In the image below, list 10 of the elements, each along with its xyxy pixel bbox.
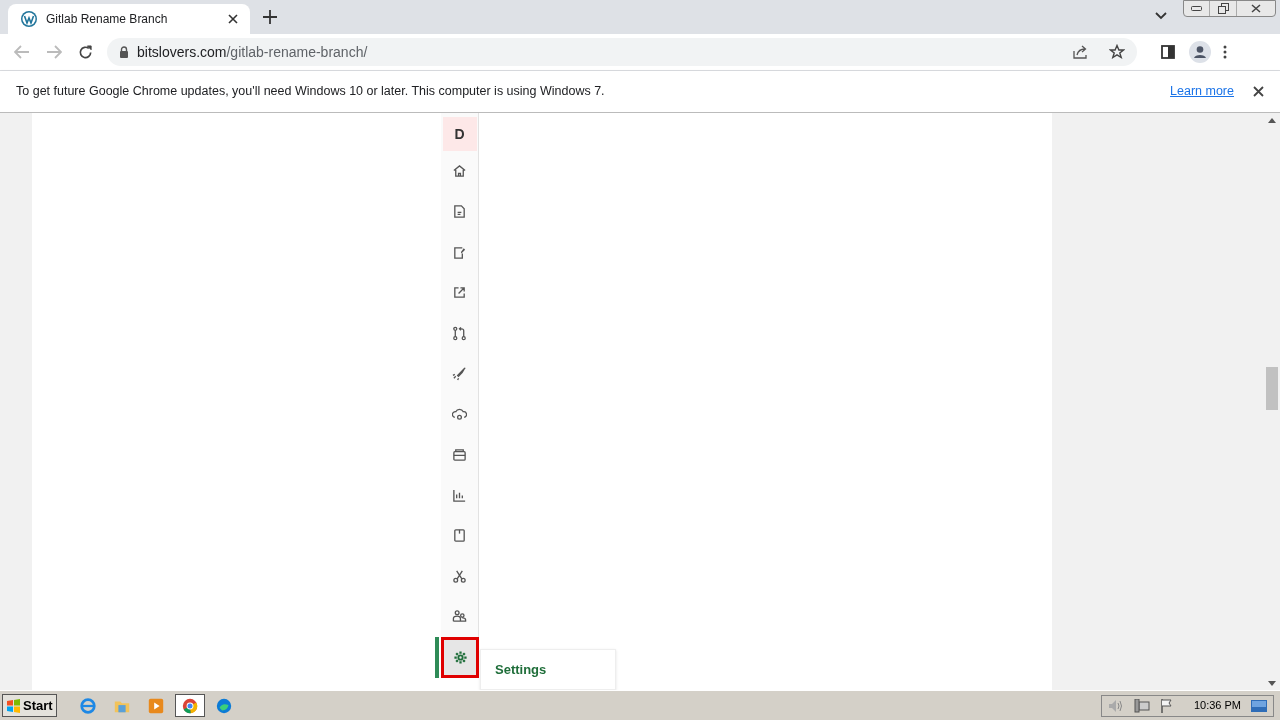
clock[interactable]: 10:36 PM bbox=[1193, 697, 1241, 714]
browser-tab[interactable]: Gitlab Rename Branch bbox=[8, 4, 250, 34]
learn-more-link[interactable]: Learn more bbox=[1170, 82, 1234, 101]
start-button[interactable]: Start bbox=[2, 694, 57, 717]
settings-flyout[interactable]: Settings bbox=[480, 649, 616, 690]
tab-title: Gitlab Rename Branch bbox=[46, 11, 169, 28]
url-text: bitslovers.com/gitlab-rename-branch/ bbox=[137, 42, 369, 62]
update-message: To get future Google Chrome updates, you'll need Windows 10 or later. This computer is using Windows 7. bbox=[16, 83, 606, 101]
address-bar[interactable]: bitslovers.com/gitlab-rename-branch/ bbox=[107, 38, 1137, 66]
avatar[interactable]: D bbox=[442, 117, 477, 151]
